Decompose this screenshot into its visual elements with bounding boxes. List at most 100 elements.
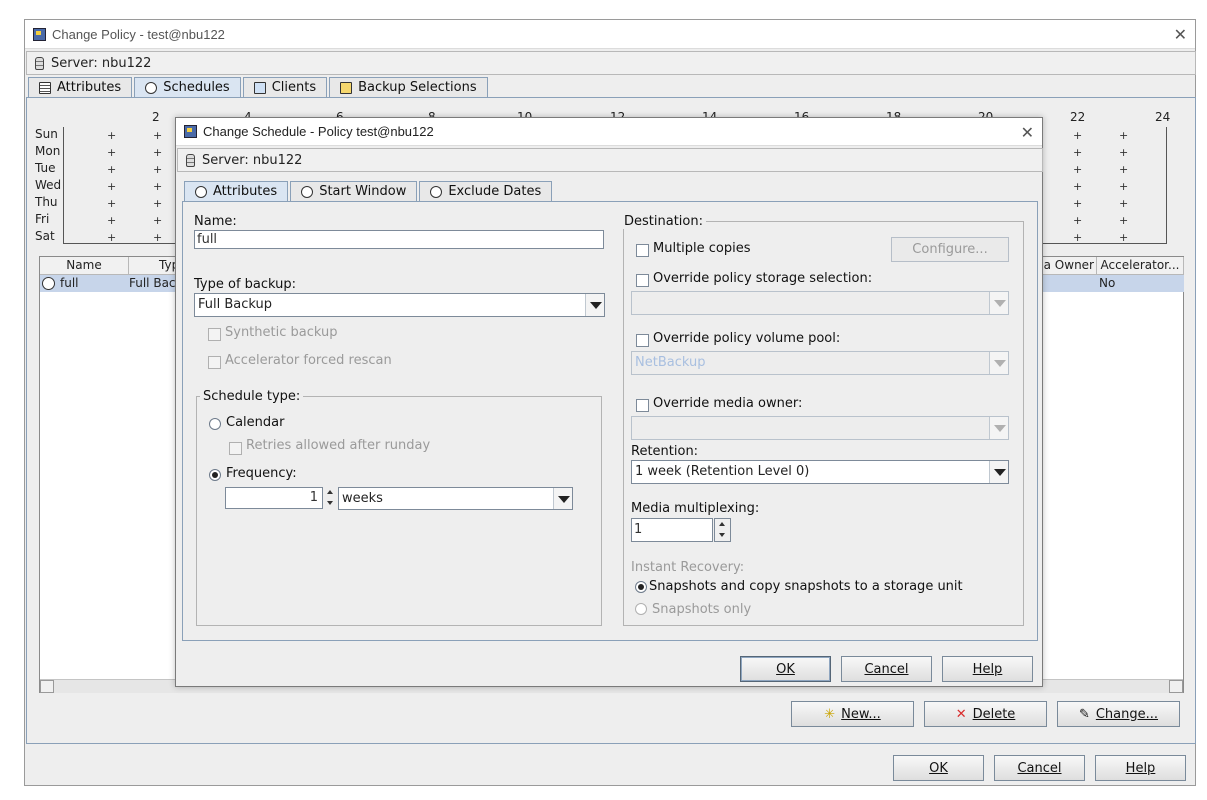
chevron-down-icon[interactable] (989, 292, 1008, 314)
row-name: full (60, 276, 79, 290)
main-titlebar: Change Policy - test@nbu122 ✕ (25, 20, 1195, 49)
multiplexing-input[interactable]: 1 (631, 518, 713, 542)
tab-schedules[interactable]: Schedules (134, 77, 241, 97)
col-header-accelerator[interactable]: Accelerator... (1097, 257, 1184, 275)
tab-exclude-dates[interactable]: Exclude Dates (419, 181, 553, 201)
grid-plus-marker: + (1073, 163, 1083, 176)
tab-clients[interactable]: Clients (242, 77, 328, 97)
new-schedule-button[interactable]: ✳ New... (791, 701, 914, 727)
computer-icon (253, 81, 266, 94)
scroll-left-button[interactable] (40, 680, 54, 693)
col-header-name[interactable]: Name (40, 257, 129, 275)
configure-button[interactable]: Configure... (891, 237, 1009, 262)
grid-plus-marker: + (153, 180, 163, 193)
retries-checkbox[interactable] (229, 442, 242, 455)
day-label: Sun (35, 127, 58, 141)
frequency-label: Frequency: (226, 466, 297, 481)
main-cancel-label: Cancel (1017, 760, 1062, 776)
volume-pool-select[interactable]: NetBackup (631, 351, 1009, 375)
retention-select[interactable]: 1 week (Retention Level 0) (631, 460, 1009, 484)
retention-value: 1 week (Retention Level 0) (635, 464, 810, 479)
name-input[interactable]: full (194, 230, 604, 249)
grid-plus-marker: + (153, 129, 163, 142)
change-schedule-button[interactable]: ✎ Change... (1057, 701, 1180, 727)
dialog-cancel-label: Cancel (864, 661, 909, 677)
col-header-owner[interactable]: a Owner (1040, 257, 1097, 275)
dialog-cancel-button[interactable]: Cancel (841, 656, 932, 682)
dialog-help-button[interactable]: Help (942, 656, 1033, 682)
main-ok-button[interactable]: OK (893, 755, 984, 781)
frequency-stepper[interactable] (325, 487, 336, 509)
scroll-right-button[interactable] (1169, 680, 1183, 693)
dialog-server-bar: Server: nbu122 (177, 148, 1043, 172)
tab-backup-selections[interactable]: Backup Selections (329, 77, 488, 97)
synthetic-backup-checkbox[interactable] (208, 328, 221, 341)
stepper-up-icon[interactable] (325, 487, 336, 498)
ir-snapshots-copy-radio[interactable] (635, 581, 647, 593)
override-media-owner-checkbox[interactable] (636, 399, 649, 412)
media-owner-select[interactable] (631, 416, 1009, 440)
accelerator-rescan-checkbox[interactable] (208, 356, 221, 369)
main-server-label: Server: nbu122 (51, 55, 152, 71)
app-icon (33, 27, 46, 41)
delete-icon: ✕ (955, 706, 967, 722)
dialog-close-icon[interactable]: ✕ (1021, 123, 1034, 142)
main-tabs: Attributes Schedules Clients Backup Sele… (28, 77, 490, 97)
override-storage-checkbox[interactable] (636, 274, 649, 287)
retries-label: Retries allowed after runday (246, 438, 431, 453)
main-close-icon[interactable]: ✕ (1174, 25, 1187, 44)
calendar-clock-icon (430, 185, 443, 198)
grid-plus-marker: + (1119, 197, 1129, 210)
grid-plus-marker: + (1119, 129, 1129, 142)
tab-attributes[interactable]: Attributes (28, 77, 133, 97)
grid-plus-marker: + (1119, 231, 1129, 244)
calendar-radio[interactable] (209, 418, 221, 430)
grid-plus-marker: + (1119, 163, 1129, 176)
tab-start-window[interactable]: Start Window (290, 181, 418, 201)
override-volume-pool-checkbox[interactable] (636, 334, 649, 347)
stepper-up-icon[interactable] (717, 519, 728, 530)
stepper-down-icon[interactable] (325, 498, 336, 509)
storage-select[interactable] (631, 291, 1009, 315)
chevron-down-icon[interactable] (553, 488, 572, 509)
delete-schedule-button[interactable]: ✕ Delete (924, 701, 1047, 727)
chevron-down-icon[interactable] (989, 417, 1008, 439)
new-icon: ✳ (824, 706, 836, 722)
dialog-app-icon (184, 125, 197, 138)
multiplexing-stepper[interactable] (714, 518, 731, 542)
dialog-ok-button[interactable]: OK (740, 656, 831, 682)
day-label: Fri (35, 212, 50, 226)
calendar-label: Calendar (226, 415, 285, 430)
tab-schedules-label: Schedules (163, 80, 230, 95)
frequency-radio[interactable] (209, 469, 221, 481)
row-accelerator: No (1099, 276, 1116, 290)
grid-plus-marker: + (107, 146, 117, 159)
main-help-label: Help (1125, 760, 1156, 776)
frequency-unit-select[interactable]: weeks (338, 487, 573, 510)
edit-icon: ✎ (1078, 706, 1090, 722)
ir-snapshots-only-radio[interactable] (635, 603, 647, 615)
server-icon (35, 56, 44, 70)
grid-plus-marker: + (153, 214, 163, 227)
day-label: Sat (35, 229, 55, 243)
dialog-titlebar: Change Schedule - Policy test@nbu122 ✕ (176, 118, 1042, 146)
tab-schedule-attributes[interactable]: Attributes (184, 181, 289, 201)
grid-plus-marker: + (153, 231, 163, 244)
main-cancel-button[interactable]: Cancel (994, 755, 1085, 781)
grid-plus-marker: + (1073, 129, 1083, 142)
tab-start-window-label: Start Window (319, 184, 407, 199)
type-of-backup-select[interactable]: Full Backup (194, 293, 605, 317)
tab-clients-label: Clients (271, 80, 317, 95)
chevron-down-icon[interactable] (989, 352, 1008, 374)
grid-plus-marker: + (153, 163, 163, 176)
chevron-down-icon[interactable] (585, 294, 604, 316)
grid-plus-marker: + (1073, 214, 1083, 227)
multiplexing-spin[interactable] (717, 519, 728, 541)
main-help-button[interactable]: Help (1095, 755, 1186, 781)
multiple-copies-checkbox[interactable] (636, 244, 649, 257)
stepper-down-icon[interactable] (717, 530, 728, 541)
retention-label: Retention: (631, 444, 699, 459)
frequency-value-input[interactable]: 1 (225, 487, 323, 509)
chevron-down-icon[interactable] (989, 461, 1008, 483)
grid-plus-marker: + (1073, 146, 1083, 159)
